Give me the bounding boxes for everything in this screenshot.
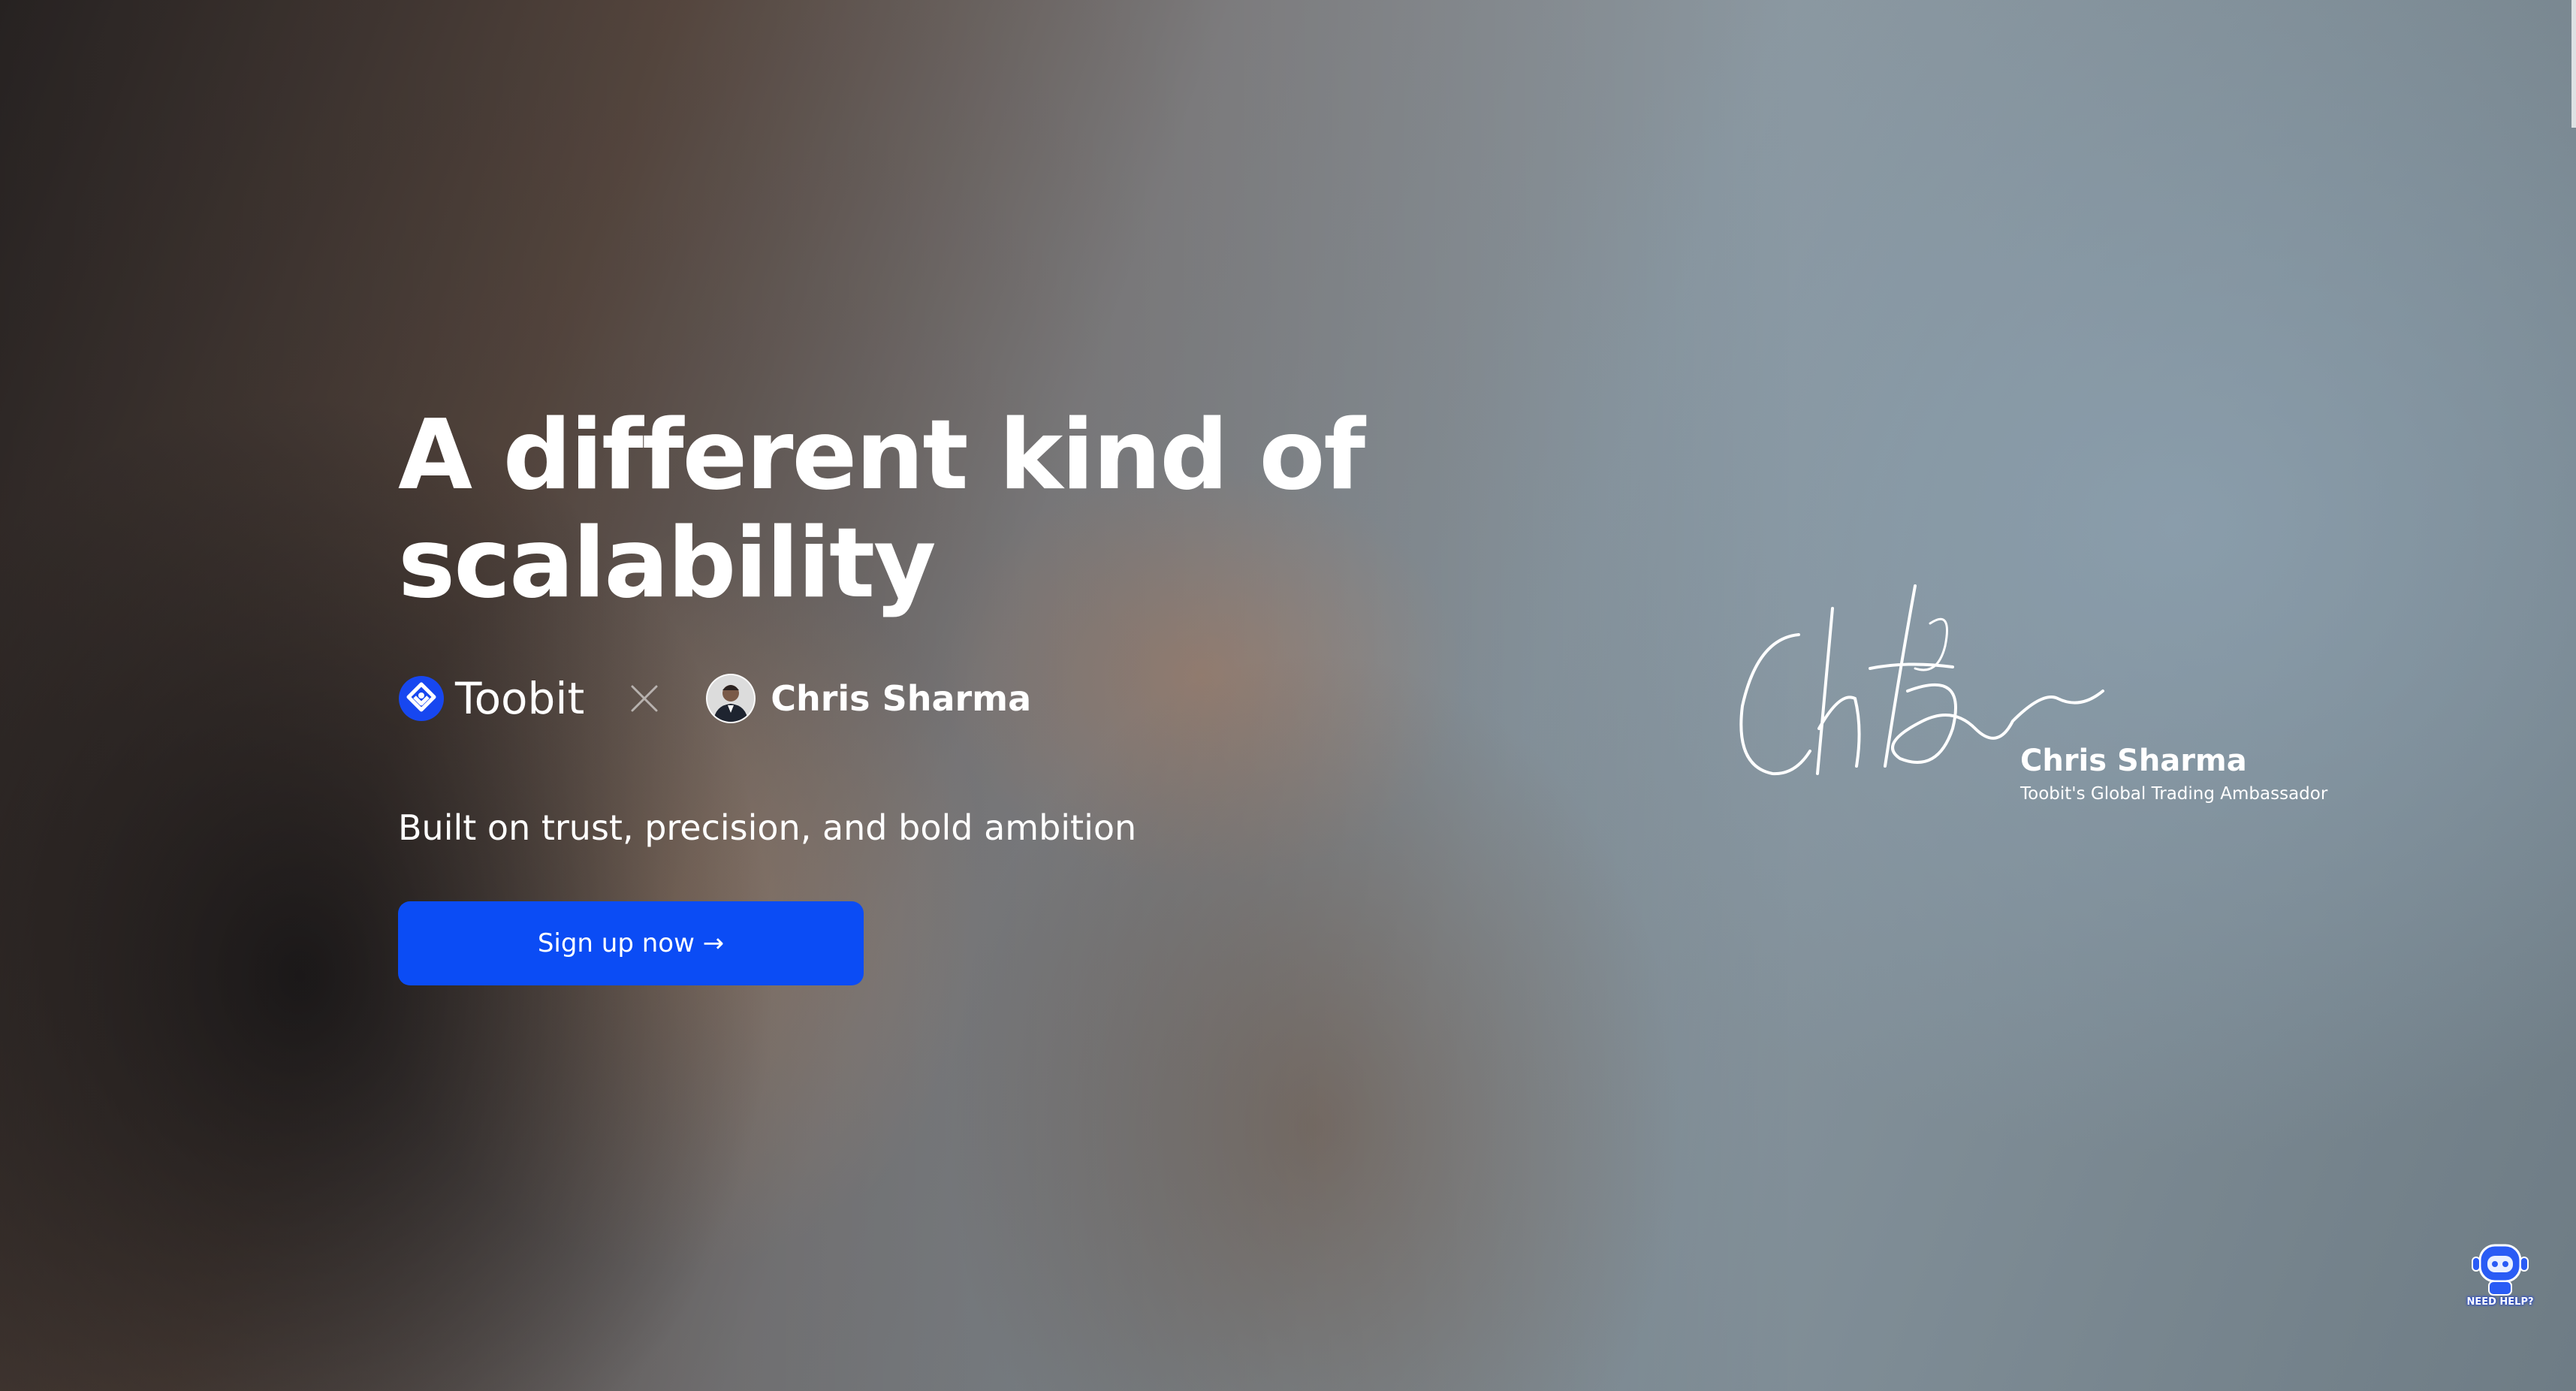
toobit-logo-icon (399, 676, 444, 721)
avatar-portrait (707, 675, 755, 722)
brand-collab-row: Toobit Chris Sharma (398, 668, 1031, 729)
partner-name: Chris Sharma (771, 678, 1032, 719)
hero-section: A different kind of scalability Toobit C… (0, 0, 2576, 1391)
help-bot-icon (2472, 1244, 2529, 1296)
help-label: NEED HELP? (2466, 1296, 2534, 1308)
hero-subtitle: Built on trust, precision, and bold ambi… (398, 807, 1137, 848)
signature-title: Toobit's Global Trading Ambassador (2020, 784, 2328, 804)
signature-name: Chris Sharma (2020, 744, 2247, 778)
help-widget[interactable]: NEED HELP? (2466, 1239, 2534, 1314)
avatar (706, 674, 756, 723)
headline-line-1: A different kind of (398, 400, 1365, 511)
brand-name: Toobit (455, 673, 585, 724)
headline-line-2: scalability (398, 508, 937, 620)
hero-headline: A different kind of scalability (398, 402, 1374, 618)
sign-up-button[interactable]: Sign up now → (398, 901, 864, 985)
hero-overlay (0, 0, 2576, 1391)
collab-x-icon (631, 685, 658, 712)
scrollbar[interactable] (2571, 0, 2576, 128)
